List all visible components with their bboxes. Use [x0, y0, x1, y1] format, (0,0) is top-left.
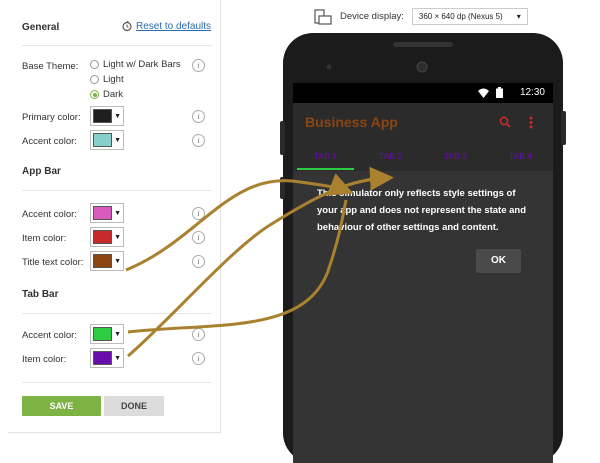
device-display-label: Device display:	[340, 11, 404, 22]
phone-preview: 12:30 Business App TAB 1 TAB 2 TAB 3 TAB…	[280, 33, 566, 463]
theme-option-dark[interactable]: Dark	[90, 89, 123, 100]
tab-accent-color-picker[interactable]: ▼	[90, 324, 124, 344]
info-icon[interactable]: i	[192, 134, 205, 147]
theme-option-label: Light w/ Dark Bars	[103, 59, 181, 70]
dropdown-arrow-icon: ▼	[114, 209, 121, 217]
simulator-message: This simulator only reflects style setti…	[317, 188, 527, 233]
dropdown-arrow-icon: ▼	[114, 233, 121, 241]
phone-side-key	[280, 177, 285, 199]
dropdown-arrow-icon: ▼	[114, 354, 121, 362]
color-swatch	[93, 254, 113, 268]
color-swatch	[93, 133, 113, 147]
radio-circle[interactable]	[90, 75, 99, 84]
tab-1[interactable]: TAB 1	[293, 143, 358, 171]
rotate-device-icon[interactable]	[314, 8, 332, 25]
tab-3[interactable]: TAB 3	[423, 143, 488, 171]
color-swatch	[93, 109, 113, 123]
tab-bar: TAB 1 TAB 2 TAB 3 TAB 4	[293, 143, 553, 171]
general-section-title: General	[22, 22, 60, 33]
theme-option-label: Dark	[103, 89, 124, 100]
app-bar: Business App	[293, 103, 553, 143]
dropdown-arrow-icon: ▼	[114, 136, 121, 144]
search-icon[interactable]	[499, 116, 511, 128]
dropdown-arrow-icon: ▼	[114, 257, 121, 265]
accent-color-label: Accent color:	[22, 136, 77, 147]
device-select[interactable]: 360 × 640 dp (Nexus 5) ▾	[411, 8, 528, 25]
tab-item-color-picker[interactable]: ▼	[90, 348, 124, 368]
color-swatch	[93, 206, 113, 220]
reset-link[interactable]: Reset to defaults	[136, 21, 211, 32]
info-icon[interactable]: i	[192, 59, 205, 72]
dropdown-arrow-icon: ▼	[114, 112, 121, 120]
title-text-color-picker[interactable]: ▼	[90, 251, 124, 271]
appbar-accent-color-label: Accent color:	[22, 209, 77, 220]
info-icon[interactable]: i	[192, 328, 205, 341]
appbar-accent-color-picker[interactable]: ▼	[90, 203, 124, 223]
device-display-bar: Device display: 360 × 640 dp (Nexus 5) ▾	[314, 8, 528, 25]
theme-option-label: Light	[103, 74, 124, 85]
divider	[22, 190, 212, 191]
done-button[interactable]: DONE	[104, 396, 164, 416]
battery-icon	[496, 87, 503, 98]
tab-4[interactable]: TAB 4	[488, 143, 553, 171]
radio-circle-selected[interactable]	[90, 90, 99, 99]
phone-screen: 12:30 Business App TAB 1 TAB 2 TAB 3 TAB…	[293, 83, 553, 463]
app-bar-section-title: App Bar	[22, 166, 61, 177]
base-theme-label: Base Theme:	[22, 61, 79, 72]
phone-earpiece	[326, 42, 453, 73]
info-icon[interactable]: i	[192, 255, 205, 268]
info-icon[interactable]: i	[192, 352, 205, 365]
ok-button[interactable]: OK	[476, 249, 521, 273]
phone-side-key	[280, 121, 285, 155]
phone-side-key	[561, 111, 566, 145]
color-swatch	[93, 327, 113, 341]
info-icon[interactable]: i	[192, 207, 205, 220]
settings-panel: General Reset to defaults Base Theme: Li…	[8, 0, 221, 433]
tab-accent-color-label: Accent color:	[22, 330, 77, 341]
more-vertical-icon[interactable]	[529, 116, 533, 129]
theme-option-light[interactable]: Light	[90, 74, 124, 85]
theme-option-light-dark-bars[interactable]: Light w/ Dark Bars	[90, 59, 181, 70]
tab-bar-section-title: Tab Bar	[22, 289, 59, 300]
device-select-value: 360 × 640 dp (Nexus 5)	[418, 12, 503, 21]
accent-color-picker[interactable]: ▼	[90, 130, 124, 150]
color-swatch	[93, 230, 113, 244]
divider	[22, 313, 212, 314]
divider	[22, 382, 212, 383]
color-swatch	[93, 351, 113, 365]
status-time: 12:30	[519, 87, 545, 98]
appbar-item-color-label: Item color:	[22, 233, 67, 244]
save-button[interactable]: SAVE	[22, 396, 101, 416]
primary-color-label: Primary color:	[22, 112, 81, 123]
radio-circle[interactable]	[90, 60, 99, 69]
appbar-item-color-picker[interactable]: ▼	[90, 227, 124, 247]
info-icon[interactable]: i	[192, 110, 205, 123]
chevron-down-icon: ▾	[516, 12, 521, 21]
info-icon[interactable]: i	[192, 231, 205, 244]
reset-icon	[122, 20, 132, 32]
status-bar: 12:30	[293, 83, 553, 103]
reset-to-defaults[interactable]: Reset to defaults	[121, 20, 211, 32]
wifi-icon	[478, 88, 489, 98]
tab-item-color-label: Item color:	[22, 354, 67, 365]
app-title: Business App	[305, 114, 398, 130]
primary-color-picker[interactable]: ▼	[90, 106, 124, 126]
title-text-color-label: Title text color:	[22, 257, 84, 268]
dropdown-arrow-icon: ▼	[114, 330, 121, 338]
divider	[22, 45, 212, 46]
tab-2[interactable]: TAB 2	[358, 143, 423, 171]
